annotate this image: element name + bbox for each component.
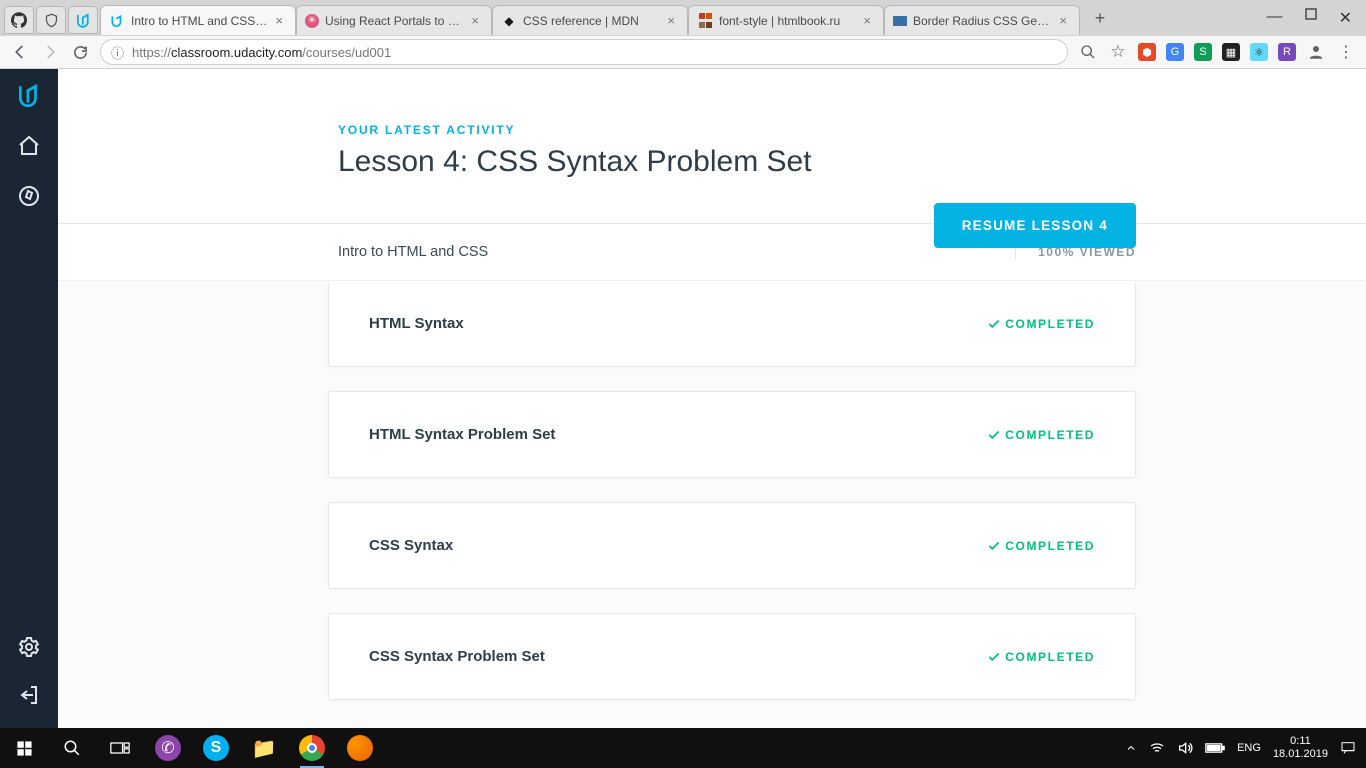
taskbar-apps: ✆ S 📁 bbox=[144, 728, 384, 768]
close-icon[interactable]: × bbox=[1057, 13, 1069, 28]
extension-icon[interactable]: G bbox=[1166, 43, 1184, 61]
maximize-button[interactable] bbox=[1305, 8, 1317, 28]
address-bar[interactable]: ⓘ https://classroom.udacity.com/courses/… bbox=[100, 39, 1068, 65]
tab-title: CSS reference | MDN bbox=[523, 14, 659, 28]
language-indicator[interactable]: ENG bbox=[1237, 742, 1261, 754]
tray-overflow-icon[interactable] bbox=[1125, 742, 1137, 754]
close-icon[interactable]: × bbox=[273, 13, 285, 28]
minimize-button[interactable]: — bbox=[1267, 8, 1283, 28]
tab-border-radius[interactable]: Border Radius CSS Genera × bbox=[884, 5, 1080, 35]
extension-icon[interactable]: S bbox=[1194, 43, 1212, 61]
tab-react-portals[interactable]: ✳ Using React Portals to Ren × bbox=[296, 5, 492, 35]
udacity-logo-icon[interactable] bbox=[14, 81, 44, 111]
lesson-card-title: CSS Syntax Problem Set bbox=[369, 648, 545, 665]
app-skype[interactable]: S bbox=[192, 728, 240, 768]
page-viewport: YOUR LATEST ACTIVITY Lesson 4: CSS Synta… bbox=[0, 69, 1366, 728]
task-view-button[interactable] bbox=[96, 728, 144, 768]
tab-title: Border Radius CSS Genera bbox=[913, 14, 1051, 28]
app-viber[interactable]: ✆ bbox=[144, 728, 192, 768]
close-icon[interactable]: × bbox=[861, 13, 873, 28]
reload-button[interactable] bbox=[70, 42, 90, 62]
lesson-card-title: HTML Syntax bbox=[369, 315, 464, 332]
site-info-icon[interactable]: ⓘ bbox=[111, 43, 124, 62]
favicon: ✳ bbox=[305, 14, 319, 28]
extension-icon[interactable]: ⚛ bbox=[1250, 43, 1268, 61]
tab-htmlbook[interactable]: font-style | htmlbook.ru × bbox=[688, 5, 884, 35]
pinned-tab-shield[interactable] bbox=[36, 6, 66, 34]
extension-icon[interactable]: ▦ bbox=[1222, 43, 1240, 61]
windows-taskbar: ✆ S 📁 ENG 0:11 18.01.2019 bbox=[0, 728, 1366, 768]
lesson-card[interactable]: HTML Syntax COMPLETED bbox=[328, 281, 1136, 367]
settings-icon[interactable] bbox=[14, 632, 44, 662]
favicon bbox=[893, 16, 907, 26]
clock[interactable]: 0:11 18.01.2019 bbox=[1273, 735, 1328, 761]
tab-title: Using React Portals to Ren bbox=[325, 14, 463, 28]
battery-icon[interactable] bbox=[1205, 742, 1225, 754]
tab-mdn-css[interactable]: ◆ CSS reference | MDN × bbox=[492, 5, 688, 35]
start-button[interactable] bbox=[0, 728, 48, 768]
tab-udacity-course[interactable]: Intro to HTML and CSS - U × bbox=[100, 5, 296, 35]
extension-icons: ⬢ G S ▦ ⚛ R bbox=[1138, 43, 1296, 61]
logout-icon[interactable] bbox=[14, 680, 44, 710]
eyebrow-label: YOUR LATEST ACTIVITY bbox=[338, 123, 1366, 137]
main-content[interactable]: YOUR LATEST ACTIVITY Lesson 4: CSS Synta… bbox=[58, 69, 1366, 728]
new-tab-button[interactable]: + bbox=[1086, 4, 1114, 32]
lesson-card[interactable]: CSS Syntax COMPLETED bbox=[328, 502, 1136, 589]
app-firefox[interactable] bbox=[336, 728, 384, 768]
close-window-button[interactable]: ✕ bbox=[1339, 8, 1352, 28]
bookmark-star-icon[interactable]: ☆ bbox=[1108, 42, 1128, 62]
forward-button[interactable] bbox=[40, 42, 60, 62]
window-controls: — ✕ bbox=[1267, 8, 1366, 28]
app-chrome[interactable] bbox=[288, 728, 336, 768]
status-badge: COMPLETED bbox=[987, 317, 1095, 331]
course-name: Intro to HTML and CSS bbox=[338, 244, 488, 260]
extension-icon[interactable]: ⬢ bbox=[1138, 43, 1156, 61]
url-text: https://classroom.udacity.com/courses/ud… bbox=[132, 45, 391, 60]
app-sidebar bbox=[0, 69, 58, 728]
chrome-menu-button[interactable]: ⋮ bbox=[1336, 42, 1356, 62]
favicon: ◆ bbox=[501, 13, 517, 29]
clock-date: 18.01.2019 bbox=[1273, 748, 1328, 761]
favicon bbox=[697, 13, 713, 29]
close-icon[interactable]: × bbox=[665, 13, 677, 28]
hero-section: YOUR LATEST ACTIVITY Lesson 4: CSS Synta… bbox=[58, 69, 1366, 223]
browser-chrome: Intro to HTML and CSS - U × ✳ Using Reac… bbox=[0, 0, 1366, 69]
lesson-list: HTML Syntax COMPLETED HTML Syntax Proble… bbox=[58, 280, 1366, 728]
lesson-card-title: CSS Syntax bbox=[369, 537, 453, 554]
resume-lesson-button[interactable]: RESUME LESSON 4 bbox=[934, 203, 1136, 248]
volume-icon[interactable] bbox=[1177, 740, 1193, 756]
status-badge: COMPLETED bbox=[987, 539, 1095, 553]
pinned-tabs bbox=[4, 5, 100, 35]
search-button[interactable] bbox=[48, 728, 96, 768]
lesson-title: Lesson 4: CSS Syntax Problem Set bbox=[338, 145, 1366, 179]
udacity-icon bbox=[109, 13, 125, 29]
action-center-icon[interactable] bbox=[1340, 740, 1356, 756]
system-tray: ENG 0:11 18.01.2019 bbox=[1125, 735, 1366, 761]
tab-title: font-style | htmlbook.ru bbox=[719, 14, 855, 28]
status-badge: COMPLETED bbox=[987, 650, 1095, 664]
close-icon[interactable]: × bbox=[469, 13, 481, 28]
lesson-card[interactable]: HTML Syntax Problem Set COMPLETED bbox=[328, 391, 1136, 478]
zoom-icon[interactable] bbox=[1078, 42, 1098, 62]
back-button[interactable] bbox=[10, 42, 30, 62]
tab-strip: Intro to HTML and CSS - U × ✳ Using Reac… bbox=[0, 0, 1366, 36]
compass-icon[interactable] bbox=[14, 181, 44, 211]
lesson-card-title: HTML Syntax Problem Set bbox=[369, 426, 555, 443]
profile-icon[interactable] bbox=[1306, 42, 1326, 62]
course-subbar: Intro to HTML and CSS 100% VIEWED bbox=[58, 224, 1366, 280]
extension-icon[interactable]: R bbox=[1278, 43, 1296, 61]
address-bar-row: ⓘ https://classroom.udacity.com/courses/… bbox=[0, 36, 1366, 68]
tab-title: Intro to HTML and CSS - U bbox=[131, 14, 267, 28]
clock-time: 0:11 bbox=[1273, 735, 1328, 748]
app-explorer[interactable]: 📁 bbox=[240, 728, 288, 768]
lesson-card[interactable]: CSS Syntax Problem Set COMPLETED bbox=[328, 613, 1136, 700]
home-icon[interactable] bbox=[14, 131, 44, 161]
pinned-tab-udacity[interactable] bbox=[68, 6, 98, 34]
pinned-tab-github[interactable] bbox=[4, 6, 34, 34]
wifi-icon[interactable] bbox=[1149, 740, 1165, 756]
status-badge: COMPLETED bbox=[987, 428, 1095, 442]
